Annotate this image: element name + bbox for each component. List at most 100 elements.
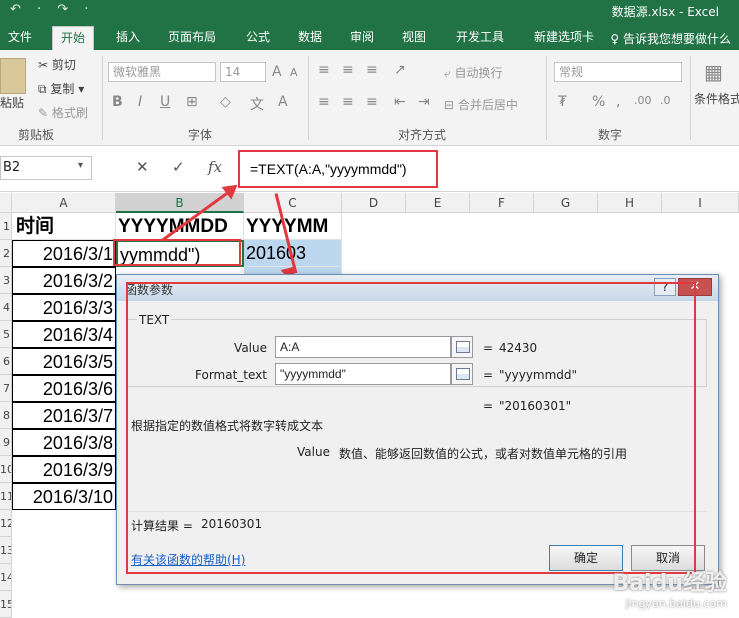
cell-date[interactable]: 2016/3/2	[12, 267, 116, 294]
column-header-a[interactable]: A	[12, 193, 116, 213]
quick-access-toolbar[interactable]: ↶ · ↷ ·	[10, 2, 94, 17]
align-center-icon[interactable]: ≡	[342, 94, 354, 110]
percent-icon[interactable]: %	[592, 94, 605, 110]
format-painter-button[interactable]: ✎ 格式刷	[38, 104, 88, 121]
ribbon: 粘贴 ✂ 剪切 ⧉ 复制 ▾ ✎ 格式刷 剪贴板 微软雅黑 14 A A B I…	[0, 50, 739, 146]
font-name-box[interactable]: 微软雅黑	[108, 62, 216, 82]
cell-date[interactable]: 2016/3/3	[12, 294, 116, 321]
tab-page-layout[interactable]: 页面布局	[160, 26, 224, 50]
tab-home[interactable]: 开始	[52, 26, 95, 50]
divider	[102, 56, 103, 140]
grow-font-icon[interactable]: A	[272, 64, 282, 80]
cell-date[interactable]: 2016/3/7	[12, 402, 116, 429]
row-header[interactable]: 12	[0, 510, 12, 537]
baidu-watermark: Baidu经验 jingyan.baidu.com	[612, 565, 727, 610]
row-header[interactable]: 14	[0, 564, 12, 591]
increase-decimal-icon[interactable]: .00	[634, 94, 652, 107]
shrink-font-icon[interactable]: A	[290, 66, 298, 79]
wrap-icon: ⤶	[444, 66, 455, 80]
row-header[interactable]: 9	[0, 429, 12, 456]
divider	[546, 56, 547, 140]
cell-date[interactable]: 2016/3/6	[12, 375, 116, 402]
row-header[interactable]: 11	[0, 483, 12, 510]
formula-input[interactable]: =TEXT(A:A,"yyyymmdd")	[238, 150, 438, 188]
wrap-text-button[interactable]: ⤶ 自动换行	[444, 64, 503, 81]
cell-c1[interactable]: YYYYMM	[244, 213, 342, 240]
watermark-url: jingyan.baidu.com	[625, 597, 727, 610]
increase-indent-icon[interactable]: ⇥	[418, 94, 430, 110]
cell-date[interactable]: 2016/3/10	[12, 483, 116, 510]
align-top-icon[interactable]: ≡	[318, 62, 330, 78]
underline-icon[interactable]: U	[160, 94, 170, 110]
annotation-box-b2	[113, 239, 241, 266]
row-header[interactable]: 13	[0, 537, 12, 564]
fill-color-icon[interactable]: ◇	[220, 94, 231, 110]
merge-icon: ⊟	[444, 98, 458, 112]
column-header-e[interactable]: E	[406, 193, 470, 213]
decrease-decimal-icon[interactable]: .0	[660, 94, 671, 107]
enter-icon[interactable]: ✓	[172, 158, 185, 176]
cell-date[interactable]: 2016/3/4	[12, 321, 116, 348]
title-bar: ↶ · ↷ · 数据源.xlsx - Excel	[0, 0, 739, 22]
chevron-down-icon[interactable]: ▾	[78, 160, 83, 171]
tab-data[interactable]: 数据	[290, 26, 330, 50]
column-header-i[interactable]: I	[662, 193, 739, 213]
row-header[interactable]: 3	[0, 267, 12, 294]
row-header[interactable]: 4	[0, 294, 12, 321]
paste-icon[interactable]	[0, 58, 26, 94]
cell-date[interactable]: 2016/3/9	[12, 456, 116, 483]
decrease-indent-icon[interactable]: ⇤	[394, 94, 406, 110]
row-header[interactable]: 7	[0, 375, 12, 402]
column-header-h[interactable]: H	[598, 193, 662, 213]
formula-bar: B2 ▾ ✕ ✓ fx =TEXT(A:A,"yyyymmdd")	[0, 146, 739, 192]
divider	[308, 56, 309, 140]
cut-button[interactable]: ✂ 剪切	[38, 56, 76, 73]
tab-formulas[interactable]: 公式	[238, 26, 278, 50]
align-left-icon[interactable]: ≡	[318, 94, 330, 110]
merge-center-button[interactable]: ⊟ 合并后居中	[444, 96, 518, 113]
font-color-icon[interactable]: A	[278, 94, 288, 110]
border-icon[interactable]: ⊞	[186, 94, 198, 110]
cell-date[interactable]: 2016/3/1	[12, 240, 116, 267]
conditional-format-button[interactable]: 条件格式	[694, 90, 739, 107]
orientation-icon[interactable]: ↗	[394, 62, 406, 78]
wen-icon[interactable]: 文	[250, 94, 264, 114]
italic-icon[interactable]: I	[138, 94, 142, 110]
column-header-c[interactable]: C	[244, 193, 342, 213]
select-all-corner[interactable]	[0, 193, 12, 213]
number-format-box[interactable]: 常规	[554, 62, 682, 82]
cell-date[interactable]: 2016/3/5	[12, 348, 116, 375]
align-bottom-icon[interactable]: ≡	[366, 62, 378, 78]
currency-icon[interactable]: ₮	[558, 94, 567, 110]
row-header[interactable]: 1	[0, 213, 12, 240]
comma-icon[interactable]: ,	[616, 94, 620, 110]
tab-developer[interactable]: 开发工具	[448, 26, 512, 50]
align-middle-icon[interactable]: ≡	[342, 62, 354, 78]
align-right-icon[interactable]: ≡	[366, 94, 378, 110]
row-header[interactable]: 5	[0, 321, 12, 348]
column-header-g[interactable]: G	[534, 193, 598, 213]
row-header[interactable]: 6	[0, 348, 12, 375]
tab-new[interactable]: 新建选项卡	[526, 26, 602, 50]
insert-function-icon[interactable]: fx	[208, 158, 222, 176]
cell-date[interactable]: 2016/3/8	[12, 429, 116, 456]
conditional-format-icon[interactable]: ▦	[704, 60, 723, 84]
tab-insert[interactable]: 插入	[108, 26, 148, 50]
tab-view[interactable]: 视图	[394, 26, 434, 50]
cancel-icon[interactable]: ✕	[136, 158, 149, 176]
window-title: 数据源.xlsx - Excel	[611, 5, 719, 19]
paste-button[interactable]: 粘贴	[0, 94, 24, 111]
tell-me-box[interactable]: ♀ 告诉我您想要做什么	[610, 30, 731, 47]
tab-review[interactable]: 审阅	[342, 26, 382, 50]
tab-file[interactable]: 文件	[0, 26, 40, 50]
column-header-d[interactable]: D	[342, 193, 406, 213]
font-group-label: 字体	[188, 128, 213, 142]
row-header[interactable]: 2	[0, 240, 12, 267]
cell-a1[interactable]: 时间	[12, 213, 116, 240]
copy-button[interactable]: ⧉ 复制 ▾	[38, 80, 84, 97]
column-header-f[interactable]: F	[470, 193, 534, 213]
font-size-box[interactable]: 14	[220, 62, 266, 82]
row-header[interactable]: 8	[0, 402, 12, 429]
bold-icon[interactable]: B	[112, 94, 123, 110]
row-header[interactable]: 10	[0, 456, 12, 483]
